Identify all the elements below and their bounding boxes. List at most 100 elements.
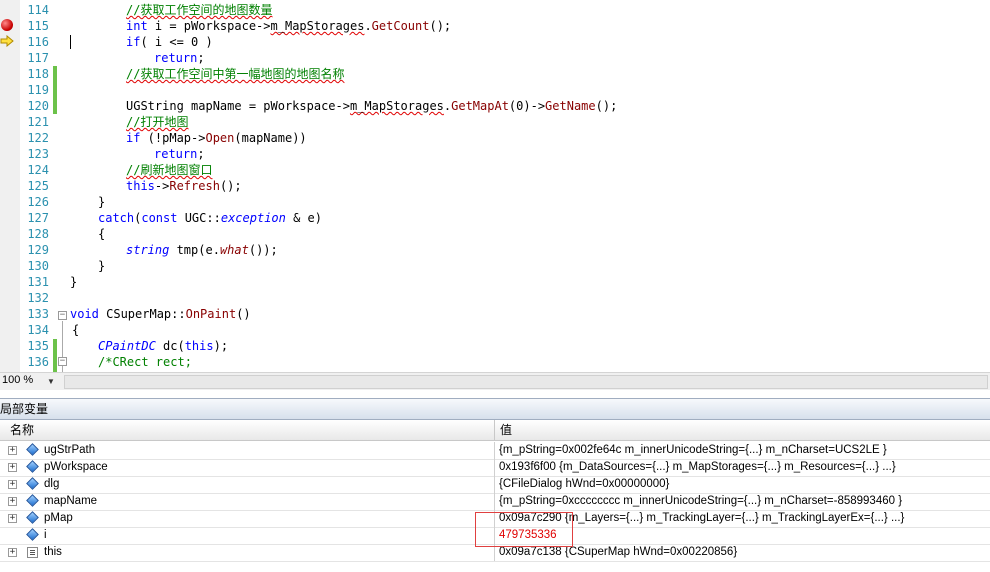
code-line: 124 //刷新地图窗口 (0, 162, 990, 178)
code-fragment: (!pMap-> (140, 131, 206, 145)
code-line: 118 //获取工作空间中第一幅地图的地图名称 (0, 66, 990, 82)
panel-title-text: 局部变量 (0, 402, 49, 416)
variable-name: dlg (44, 478, 60, 490)
variable-value[interactable]: {CFileDialog hWnd=0x00000000} (499, 476, 669, 493)
variable-value[interactable]: {m_pString=0xcccccccc m_innerUnicodeStri… (499, 493, 902, 510)
code-text: return; (154, 50, 205, 66)
code-editor[interactable]: − − 114 //获取工作空间的地图数量 115 int i = pWorks… (0, 0, 990, 372)
keyword: void (70, 307, 99, 321)
code-text: string tmp(e.what()); (126, 242, 278, 258)
horizontal-scrollbar[interactable] (64, 375, 988, 389)
comment: //打开地图 (126, 115, 189, 129)
keyword: if (126, 35, 141, 49)
member-name: m_MapStorages (270, 19, 365, 33)
code-fragment: () (236, 307, 251, 321)
column-header-value[interactable]: 值 (500, 420, 512, 440)
code-line: 129 string tmp(e.what()); (0, 242, 990, 258)
keyword: this (126, 179, 155, 193)
variable-name: pMap (44, 512, 73, 524)
expand-icon[interactable]: + (8, 446, 17, 455)
line-number: 119 (27, 83, 49, 97)
code-line: 127 catch(const UGC::exception & e) (0, 210, 990, 226)
code-text: int i = pWorkspace->m_MapStorages.GetCou… (126, 18, 451, 34)
code-text: CPaintDC dc(this); (98, 338, 228, 354)
function-name: Refresh (169, 179, 220, 193)
table-row[interactable]: + mapName {m_pString=0xcccccccc m_innerU… (0, 493, 990, 511)
line-number: 135 (27, 339, 49, 353)
code-line: 134 { (0, 322, 990, 338)
code-text: //获取工作空间中第一幅地图的地图名称 (126, 66, 344, 82)
comment: //获取工作空间的地图数量 (126, 3, 272, 17)
code-fragment: & e) (285, 211, 322, 225)
line-number: 123 (27, 147, 49, 161)
line-number: 124 (27, 163, 49, 177)
keyword: const (141, 211, 178, 225)
line-number: 132 (27, 291, 49, 305)
code-text: { (72, 323, 80, 337)
column-divider[interactable] (494, 420, 495, 440)
code-line: 114 //获取工作空间的地图数量 (0, 2, 990, 18)
line-number: 128 (27, 227, 49, 241)
code-fragment: (0)-> (508, 99, 546, 113)
comment: //获取工作空间中第一幅地图的地图名称 (126, 67, 345, 81)
expand-icon[interactable]: + (8, 497, 17, 506)
code-line: 133 void CSuperMap::OnPaint() (0, 306, 990, 322)
variable-icon (26, 443, 39, 456)
comment-text: //获取工作空间的地图数量 (126, 3, 273, 17)
column-header-name[interactable]: 名称 (10, 420, 34, 440)
code-text: { (98, 227, 106, 241)
expand-icon[interactable]: + (8, 548, 17, 557)
comment: /*CRect rect; (98, 355, 192, 369)
code-fragment: CSuperMap:: (98, 307, 186, 321)
expand-icon[interactable]: + (8, 514, 17, 523)
locals-panel-title: 局部变量 (0, 398, 990, 420)
zoom-dropdown[interactable]: 100 % ▼ (0, 373, 58, 388)
code-line: 130 } (0, 258, 990, 274)
table-row[interactable]: + dlg {CFileDialog hWnd=0x00000000} (0, 476, 990, 494)
function-name: what (219, 243, 249, 257)
code-line: 123 return; (0, 146, 990, 162)
variable-name: this (44, 546, 62, 558)
comment: //刷新地图窗口 (126, 163, 213, 177)
function-name: GetName (545, 99, 596, 113)
code-fragment: (); (595, 99, 618, 113)
line-number: 136 (27, 355, 49, 369)
code-line: 128 { (0, 226, 990, 242)
code-line: 135 CPaintDC dc(this); (0, 338, 990, 354)
function-name: OnPaint (185, 307, 237, 321)
code-line: 136 /*CRect rect; (0, 354, 990, 370)
code-fragment: (); (429, 19, 452, 33)
table-row[interactable]: + pWorkspace 0x193f6f00 {m_DataSources={… (0, 459, 990, 477)
line-number: 131 (27, 275, 49, 289)
code-text: } (98, 259, 106, 273)
code-fragment: UGString mapName = pWorkspace-> (126, 99, 350, 113)
code-fragment: ); (213, 339, 229, 353)
object-icon (27, 547, 38, 558)
code-fragment: ; (197, 147, 205, 161)
code-text: //获取工作空间的地图数量 (126, 2, 272, 18)
code-line: 126 } (0, 194, 990, 210)
table-row[interactable]: + ugStrPath {m_pString=0x002fe64c m_inne… (0, 442, 990, 460)
code-fragment: -> (154, 179, 170, 193)
line-number: 126 (27, 195, 49, 209)
type-name: CPaintDC (98, 339, 156, 353)
annotation-highlight-box (475, 512, 573, 547)
code-text: if( i <= 0 ) (126, 34, 213, 50)
keyword: if (126, 131, 141, 145)
expand-icon[interactable]: + (8, 463, 17, 472)
editor-status-bar: 100 % ▼ (0, 372, 990, 390)
code-line: 115 int i = pWorkspace->m_MapStorages.Ge… (0, 18, 990, 34)
code-text: if (!pMap->Open(mapName)) (126, 130, 307, 146)
variable-icon (26, 494, 39, 507)
variable-value[interactable]: {m_pString=0x002fe64c m_innerUnicodeStri… (499, 442, 887, 459)
expand-icon[interactable]: + (8, 480, 17, 489)
zoom-level: 100 % (2, 374, 34, 386)
variable-icon (26, 528, 39, 541)
code-fragment: dc( (155, 339, 185, 353)
line-number: 117 (27, 51, 49, 65)
variable-value[interactable]: 0x193f6f00 {m_DataSources={...} m_MapSto… (499, 459, 896, 476)
code-fragment: ( i <= 0 ) (140, 35, 213, 49)
variable-name: mapName (44, 495, 98, 507)
type-name: string (126, 243, 170, 257)
line-number: 125 (27, 179, 49, 193)
